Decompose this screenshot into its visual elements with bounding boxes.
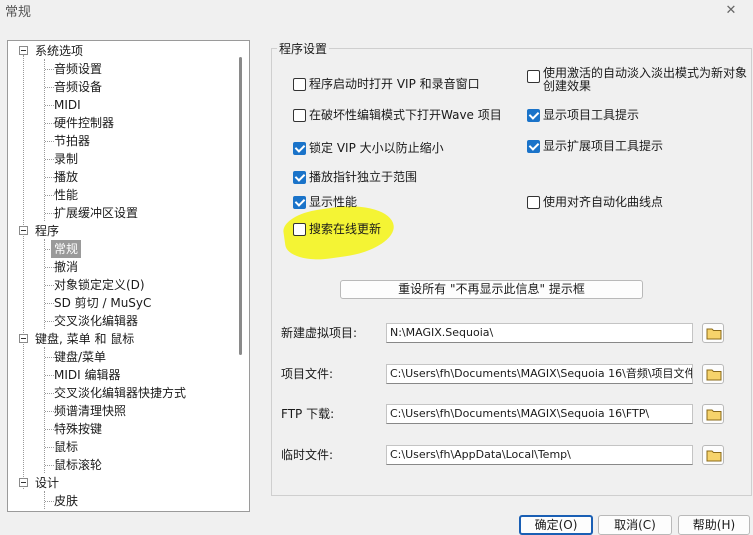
checkbox-online-updates[interactable]: 搜索在线更新 xyxy=(293,220,518,238)
tree-item-design[interactable]: 设计 xyxy=(8,474,238,492)
tree-item-mouse-wheel[interactable]: 鼠标滚轮 xyxy=(8,456,238,474)
ftp-download-field[interactable]: C:\Users\fh\Documents\MAGIX\Sequoia 16\F… xyxy=(386,404,693,424)
checkbox-box[interactable] xyxy=(527,70,540,83)
checkbox-box[interactable] xyxy=(293,78,306,91)
tree-item-playback[interactable]: 播放 xyxy=(8,168,238,186)
checkbox-box[interactable] xyxy=(293,142,306,155)
tree-item-program[interactable]: 程序 xyxy=(8,222,238,240)
collapse-icon[interactable] xyxy=(19,226,28,235)
field-label: 新建虚拟项目: xyxy=(281,326,358,340)
tree-item-sd-cut[interactable]: SD 剪切 / MuSyC xyxy=(8,294,238,312)
browse-folder-button[interactable] xyxy=(702,364,724,384)
tree-item-metronome[interactable]: 节拍器 xyxy=(8,132,238,150)
checkbox-destructive-wave[interactable]: 在破坏性编辑模式下打开Wave 项目 xyxy=(293,106,518,124)
tree-item-crossfade-editor[interactable]: 交叉淡化编辑器 xyxy=(8,312,238,330)
checkbox-box[interactable] xyxy=(293,223,306,236)
tree-scrollbar[interactable] xyxy=(239,57,242,355)
checkbox-open-vip-recording[interactable]: 程序启动时打开 VIP 和录音窗口 xyxy=(293,75,518,93)
tree-item-keyboard-menu[interactable]: 键盘/菜单 xyxy=(8,348,238,366)
title-bar: 常规 ✕ xyxy=(0,0,753,24)
collapse-icon[interactable] xyxy=(19,334,28,343)
tree-item-performance[interactable]: 性能 xyxy=(8,186,238,204)
close-icon[interactable]: ✕ xyxy=(722,2,740,20)
settings-tree[interactable]: 系统选项 音频设置 音频设备 MIDI 硬件控制器 节拍器 录制 播放 性能 扩… xyxy=(7,40,250,512)
tree-item-spectral-snapshot[interactable]: 频谱清理快照 xyxy=(8,402,238,420)
checkbox-box[interactable] xyxy=(527,109,540,122)
temp-files-field[interactable]: C:\Users\fh\AppData\Local\Temp\ xyxy=(386,445,693,465)
checkbox-box[interactable] xyxy=(527,196,540,209)
tree-item-midi[interactable]: MIDI xyxy=(8,96,238,114)
checkbox-project-tooltips[interactable]: 显示项目工具提示 xyxy=(527,106,727,124)
group-title: 程序设置 xyxy=(277,40,330,57)
folder-icon xyxy=(706,450,722,462)
checkbox-lock-vip-size[interactable]: 锁定 VIP 大小以防止缩小 xyxy=(293,139,518,157)
collapse-icon[interactable] xyxy=(19,46,28,55)
tree-item-midi-editor[interactable]: MIDI 编辑器 xyxy=(8,366,238,384)
tree-item-undo[interactable]: 撤消 xyxy=(8,258,238,276)
tree-item-recording[interactable]: 录制 xyxy=(8,150,238,168)
cancel-button[interactable]: 取消(C) xyxy=(598,515,672,535)
field-label: 项目文件: xyxy=(281,367,334,381)
checkbox-box[interactable] xyxy=(293,196,306,209)
tree-item-hardware-controller[interactable]: 硬件控制器 xyxy=(8,114,238,132)
tree-item-object-lock[interactable]: 对象锁定定义(D) xyxy=(8,276,238,294)
collapse-icon[interactable] xyxy=(19,478,28,487)
browse-folder-button[interactable] xyxy=(702,323,724,343)
window-title: 常规 xyxy=(5,5,32,20)
browse-folder-button[interactable] xyxy=(702,404,724,424)
checkbox-extended-tooltips[interactable]: 显示扩展项目工具提示 xyxy=(527,137,727,155)
tree-item-mouse[interactable]: 鼠标 xyxy=(8,438,238,456)
field-label: FTP 下载: xyxy=(281,407,335,421)
checkbox-box[interactable] xyxy=(527,140,540,153)
checkbox-box[interactable] xyxy=(293,109,306,122)
folder-icon xyxy=(706,369,722,381)
checkbox-snap-automation[interactable]: 使用对齐自动化曲线点 xyxy=(527,193,727,211)
tree-item-crossfade-shortcuts[interactable]: 交叉淡化编辑器快捷方式 xyxy=(8,384,238,402)
tree-item-extended-buffer[interactable]: 扩展缓冲区设置 xyxy=(8,204,238,222)
tree-item-special-keys[interactable]: 特殊按键 xyxy=(8,420,238,438)
ok-button[interactable]: 确定(O) xyxy=(519,515,593,535)
tree-item-skin[interactable]: 皮肤 xyxy=(8,492,238,510)
tree-item-general[interactable]: 常规 xyxy=(8,240,238,258)
tree-item-audio-settings[interactable]: 音频设置 xyxy=(8,60,238,78)
new-virtual-project-field[interactable]: N:\MAGIX.Sequoia\ xyxy=(386,323,693,343)
checkbox-show-performance[interactable]: 显示性能 xyxy=(293,193,518,211)
help-button[interactable]: 帮助(H) xyxy=(678,515,750,535)
project-files-field[interactable]: C:\Users\fh\Documents\MAGIX\Sequoia 16\音… xyxy=(386,364,693,384)
folder-icon xyxy=(706,328,722,340)
checkbox-playhead-independent[interactable]: 播放指针独立于范围 xyxy=(293,168,518,186)
field-label: 临时文件: xyxy=(281,448,334,462)
tree-item-system-options[interactable]: 系统选项 xyxy=(8,42,238,60)
tree-item-audio-devices[interactable]: 音频设备 xyxy=(8,78,238,96)
checkbox-auto-fade-effects[interactable]: 使用激活的自动淡入淡出模式为新对象创建效果 xyxy=(527,66,749,96)
browse-folder-button[interactable] xyxy=(702,445,724,465)
checkbox-box[interactable] xyxy=(293,171,306,184)
reset-prompts-button[interactable]: 重设所有 "不再显示此信息" 提示框 xyxy=(340,280,643,299)
folder-icon xyxy=(706,409,722,421)
tree-item-keyboard-menu-mouse[interactable]: 键盘, 菜单 和 鼠标 xyxy=(8,330,238,348)
